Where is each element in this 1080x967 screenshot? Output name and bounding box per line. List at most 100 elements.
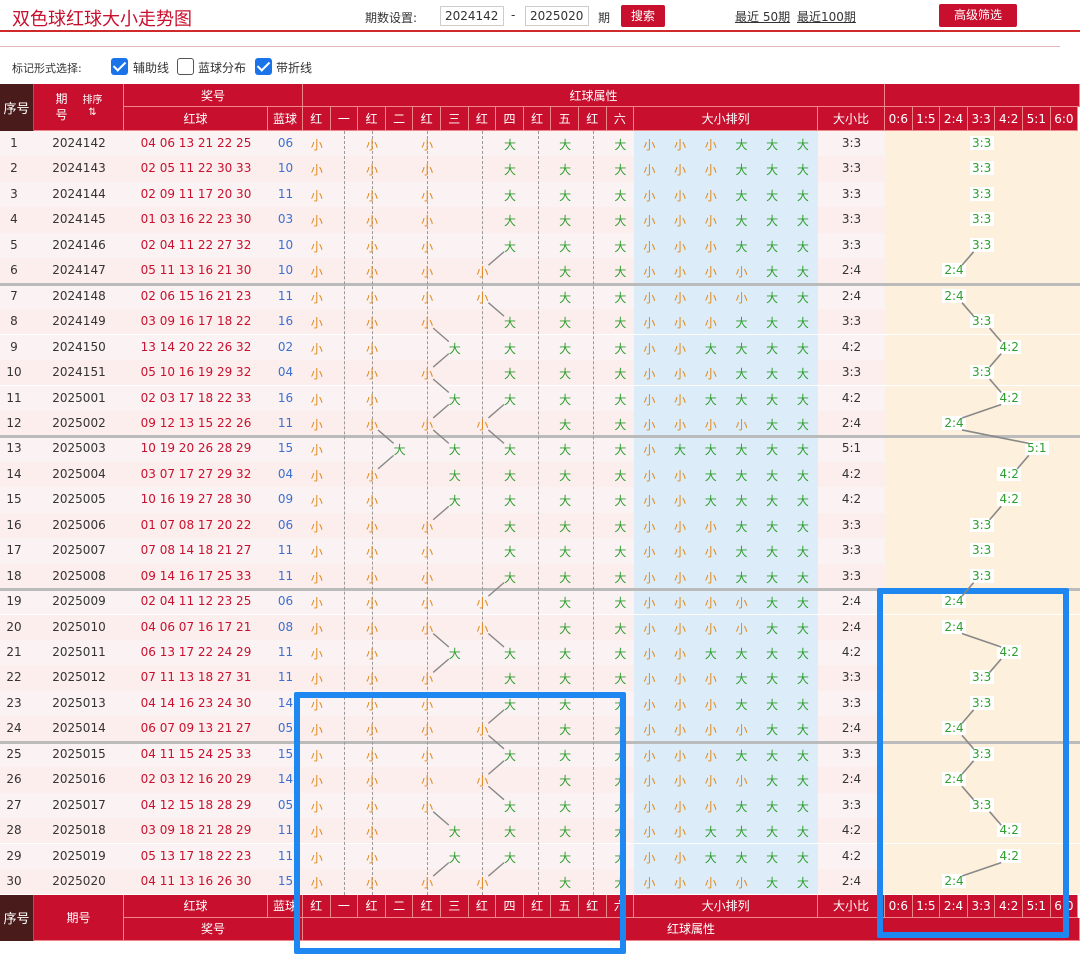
position-big: 大 (614, 494, 627, 509)
order-big: 大 (704, 341, 717, 356)
row-seq: 13 (6, 441, 22, 456)
order-bg (634, 563, 819, 589)
row-seq: 23 (6, 695, 22, 710)
position-big: 大 (559, 417, 572, 432)
order-small: 小 (643, 672, 656, 687)
position-big: 大 (448, 443, 461, 458)
header-position: 红 (523, 107, 552, 131)
order-big: 大 (796, 672, 809, 687)
position-small: 小 (365, 239, 378, 254)
order-small: 小 (643, 239, 656, 254)
position-big: 大 (503, 468, 516, 483)
order-big: 大 (735, 519, 748, 534)
order-small: 小 (643, 647, 656, 661)
sort-button[interactable]: 排序 ⇅ (83, 95, 103, 119)
row-red-balls: 02 04 11 22 27 32 (140, 237, 252, 252)
order-small: 小 (673, 723, 686, 738)
ratio-grid-bg (885, 436, 1080, 462)
order-bg (634, 614, 819, 640)
position-big: 大 (448, 341, 461, 356)
order-small: 小 (673, 774, 686, 789)
row-blue-ball: 11 (277, 288, 294, 303)
row-ratio: 3:3 (841, 543, 862, 558)
order-bg (634, 512, 819, 539)
row-ratio: 4:2 (841, 492, 862, 507)
order-big: 大 (796, 723, 809, 738)
row-red-balls: 13 14 20 22 26 32 (140, 339, 252, 354)
row-period: 2024145 (52, 212, 106, 227)
position-small: 小 (476, 265, 489, 280)
position-small: 小 (421, 519, 434, 534)
position-big: 大 (559, 214, 572, 229)
order-big: 大 (766, 850, 779, 865)
header-size-order: 大小排列 (634, 107, 819, 131)
row-seq: 16 (6, 517, 22, 532)
order-big: 大 (704, 647, 717, 661)
order-big: 大 (673, 443, 686, 458)
row-red-balls: 06 13 17 22 24 29 (140, 645, 252, 659)
row-seq: 14 (6, 466, 22, 481)
footer-red: 红球 (124, 894, 268, 918)
row-red-balls: 04 11 15 24 25 33 (140, 746, 252, 761)
order-big: 大 (735, 138, 748, 152)
row-red-balls: 02 03 12 16 20 29 (140, 772, 252, 787)
order-small: 小 (704, 596, 717, 611)
order-bg (634, 538, 819, 564)
position-big: 大 (559, 545, 572, 560)
row-red-balls: 09 14 16 17 25 33 (140, 568, 252, 583)
order-big: 大 (766, 468, 779, 483)
position-big: 大 (503, 138, 516, 152)
row-ratio: 2:4 (841, 594, 862, 609)
position-big: 大 (503, 392, 516, 407)
order-small: 小 (704, 723, 717, 738)
ratio-mark: 2:4 (942, 288, 966, 303)
order-small: 小 (673, 392, 686, 407)
row-red-balls: 04 12 15 18 28 29 (140, 797, 252, 812)
order-bg (634, 436, 819, 462)
order-bg (634, 131, 819, 157)
order-bg (634, 589, 819, 615)
ratio-mark: 4:2 (997, 492, 1022, 507)
order-small: 小 (673, 596, 686, 611)
position-big: 大 (559, 570, 572, 585)
row-ratio: 3:3 (841, 568, 862, 583)
row-seq: 17 (6, 543, 22, 558)
order-big: 大 (766, 417, 779, 432)
order-small: 小 (643, 265, 656, 280)
row-red-balls: 04 11 13 16 26 30 (140, 874, 252, 888)
order-big: 大 (735, 799, 748, 814)
header-red-attr: 红球属性 (303, 84, 885, 107)
header-ratio-col: 2:4 (940, 107, 968, 131)
position-small: 小 (310, 647, 323, 661)
row-period: 2025014 (52, 721, 106, 736)
row-blue-ball: 04 (277, 365, 294, 379)
header-ratio-col: 3:3 (967, 107, 996, 131)
row-ratio: 3:3 (841, 136, 862, 150)
position-small: 小 (365, 621, 378, 636)
row-period: 2024144 (52, 186, 106, 201)
order-small: 小 (704, 316, 717, 331)
row-red-balls: 02 09 11 17 20 30 (140, 186, 252, 201)
row-period: 2025010 (52, 619, 106, 634)
position-small: 小 (421, 290, 434, 305)
row-ratio: 3:3 (841, 670, 862, 685)
order-big: 大 (735, 468, 748, 483)
order-big: 大 (766, 545, 779, 560)
position-small: 小 (421, 316, 434, 331)
position-big: 大 (448, 468, 461, 483)
order-bg (634, 360, 819, 386)
order-small: 小 (704, 265, 717, 280)
order-big: 大 (766, 239, 779, 254)
row-blue-ball: 15 (277, 441, 294, 456)
header-position: 红 (413, 107, 441, 131)
order-small: 小 (673, 697, 686, 712)
order-big: 大 (796, 392, 809, 407)
position-big: 大 (559, 494, 572, 509)
order-small: 小 (643, 621, 656, 636)
order-bg (634, 309, 819, 335)
position-small: 小 (421, 596, 434, 611)
position-small: 小 (365, 596, 378, 611)
order-big: 大 (796, 621, 809, 636)
order-small: 小 (673, 570, 686, 585)
order-big: 大 (766, 290, 779, 305)
